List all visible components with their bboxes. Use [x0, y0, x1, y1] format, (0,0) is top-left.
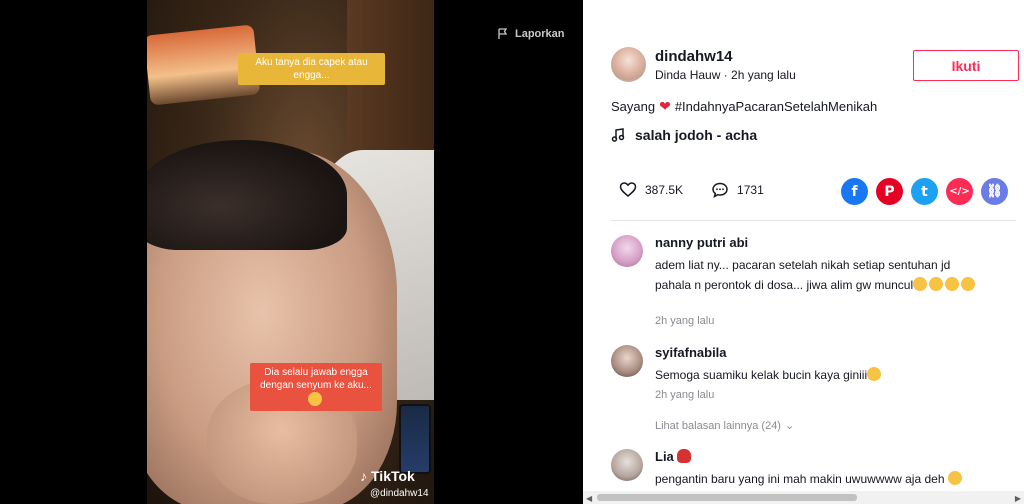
twitter-icon[interactable]: t — [911, 178, 938, 205]
author-avatar[interactable] — [611, 47, 646, 82]
commenter-name[interactable]: Lia — [655, 449, 693, 464]
tiktok-watermark-text: TikTok — [371, 468, 415, 484]
author-subtitle: Dinda Hauw · 2h yang lalu — [655, 68, 796, 82]
video-caption-bottom: Dia selalu jawab engga dengan senyum ke … — [250, 363, 382, 411]
comment-icon[interactable] — [711, 181, 729, 199]
comment-text-content: pengantin baru yang ini mah makin uwuwww… — [655, 472, 945, 486]
music-title: salah jodoh - acha — [635, 127, 758, 143]
commenter-name[interactable]: syifafnabila — [655, 345, 727, 360]
laughing-emoji-icon — [913, 277, 928, 291]
heart-eyes-emoji-icon — [947, 471, 962, 485]
report-label: Laporkan — [515, 28, 565, 40]
author-username[interactable]: dindahw14 — [655, 48, 733, 65]
comment-time: 2h yang lalu — [655, 389, 715, 401]
watermark-handle: @dindahw14 — [370, 488, 429, 499]
view-more-replies[interactable]: Lihat balasan lainnya (24) ⌄ — [655, 419, 795, 433]
comment-text: Semoga suamiku kelak bucin kaya giniii — [655, 365, 985, 385]
phone-in-hand — [399, 404, 431, 474]
horizontal-scrollbar[interactable]: ◀ ▶ — [583, 491, 1024, 504]
section-divider — [611, 220, 1016, 221]
red-heart-icon: ❤ — [659, 98, 671, 114]
commenter-avatar[interactable] — [611, 345, 643, 377]
like-count: 387.5K — [645, 183, 684, 197]
laughing-emoji-icon — [945, 277, 960, 291]
tiktok-watermark: ♪ TikTok — [360, 468, 415, 484]
comment-item: syifafnabila Semoga suamiku kelak bucin … — [611, 345, 991, 405]
video-caption-top: Aku tanya dia capek atau engga... — [238, 53, 385, 85]
description-text: Sayang — [611, 99, 656, 114]
commenter-name[interactable]: nanny putri abi — [655, 235, 748, 250]
comment-count: 1731 — [737, 183, 764, 197]
heart-icon[interactable] — [619, 181, 637, 199]
hashtag-link[interactable]: #IndahnyaPacaranSetelahMenikah — [675, 99, 877, 114]
link-icon[interactable]: ⛓ — [981, 178, 1008, 205]
commenter-avatar[interactable] — [611, 235, 643, 267]
comment-text: pengantin baru yang ini mah makin uwuwww… — [655, 469, 985, 489]
engagement-stats: 387.5K 1731 — [619, 181, 764, 199]
comment-text-content: adem liat ny... pacaran setelah nikah se… — [655, 258, 951, 292]
video-panel: Aku tanya dia capek atau engga... Dia se… — [0, 0, 583, 504]
follow-button[interactable]: Ikuti — [913, 50, 1019, 81]
flag-icon — [498, 28, 508, 39]
commenter-avatar[interactable] — [611, 449, 643, 481]
rose-emoji-icon — [677, 449, 692, 463]
laughing-emoji-icon — [961, 277, 976, 291]
caption-bottom-text: Dia selalu jawab engga dengan senyum ke … — [260, 367, 372, 391]
embed-icon[interactable]: </> — [946, 178, 973, 205]
comment-text: adem liat ny... pacaran setelah nikah se… — [655, 255, 985, 295]
tiktok-video-page: Aku tanya dia capek atau engga... Dia se… — [0, 0, 1024, 504]
comment-text-content: Semoga suamiku kelak bucin kaya giniii — [655, 368, 868, 382]
commenter-name-text: Lia — [655, 449, 674, 464]
pinterest-icon[interactable]: P — [876, 178, 903, 205]
music-note-icon — [611, 128, 625, 142]
comment-item: nanny putri abi adem liat ny... pacaran … — [611, 235, 991, 335]
music-link[interactable]: salah jodoh - acha — [611, 127, 757, 143]
report-button[interactable]: Laporkan — [497, 28, 565, 40]
comment-time: 2h yang lalu — [655, 315, 715, 327]
details-panel: dindahw14 Dinda Hauw · 2h yang lalu Ikut… — [583, 0, 1024, 504]
scrollbar-thumb[interactable] — [597, 494, 857, 501]
caption-emoji-icon — [308, 392, 322, 406]
scroll-left-arrow-icon[interactable]: ◀ — [586, 494, 592, 503]
scroll-right-arrow-icon[interactable]: ▶ — [1015, 494, 1021, 503]
chevron-down-icon: ⌄ — [784, 420, 795, 432]
person-hair — [147, 140, 347, 250]
post-description: Sayang ❤ #IndahnyaPacaranSetelahMenikah — [611, 98, 877, 115]
share-buttons: f P t </> ⛓ — [841, 178, 1008, 205]
tiktok-note-icon: ♪ — [360, 468, 367, 484]
facebook-icon[interactable]: f — [841, 178, 868, 205]
laughing-emoji-icon — [929, 277, 944, 291]
more-replies-label: Lihat balasan lainnya (24) — [655, 419, 781, 432]
smiling-emoji-icon — [867, 367, 882, 381]
